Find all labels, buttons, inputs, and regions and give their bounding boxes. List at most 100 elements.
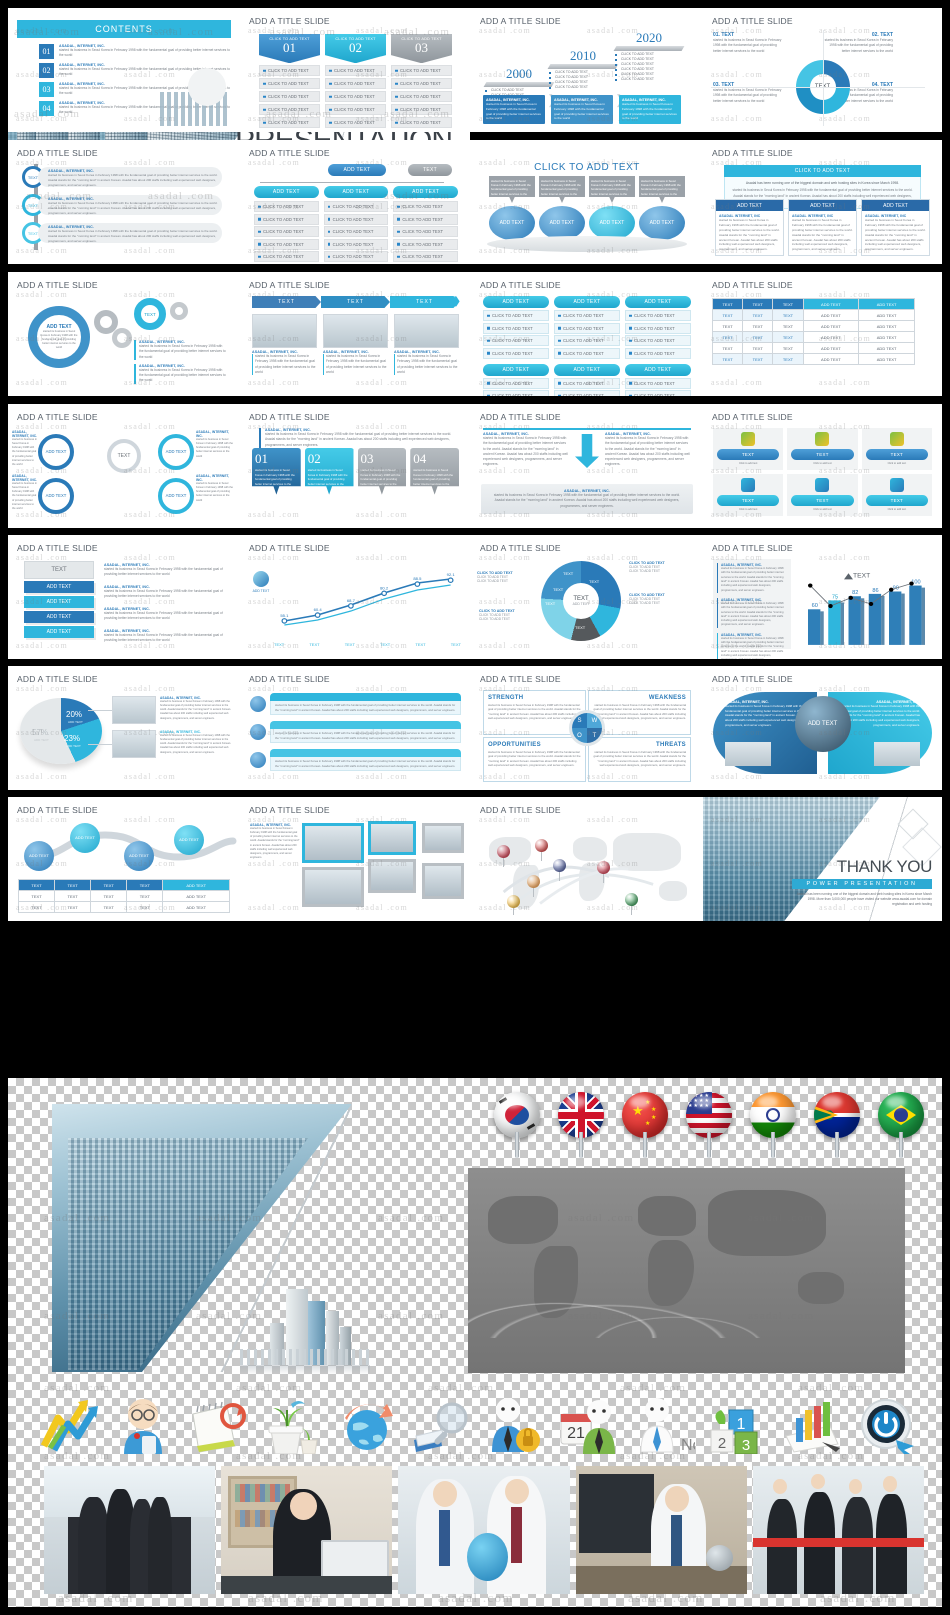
arrow-photo-card[interactable]: ASADAL, INTERNET, INC. started its busin… [323,314,388,376]
blocks-123-icon[interactable]: 1 2 3 [707,1396,769,1455]
banner-row[interactable]: CLICK TO ADD TEXT [391,104,452,116]
map-flag-pin[interactable] [535,839,548,861]
ring-main[interactable]: ADD TEXT started its business in Seoul K… [28,306,90,368]
venn-center[interactable]: TEXT [107,439,141,473]
skyline-cluster-asset[interactable] [240,1283,370,1375]
map-flag-pin[interactable] [625,893,638,915]
notebook-calendar-icon[interactable] [187,1396,249,1454]
list-bar-row[interactable]: started its business in Seoul Korea in F… [250,748,461,772]
slide-thumbnail-stack[interactable]: ADD A TITLE SLIDE TEXT ADD TEXT ADD TEXT ADD… [8,535,240,659]
world-map[interactable] [479,823,695,915]
banner-row[interactable]: CLICK TO ADD TEXT [259,78,320,90]
podium-ball[interactable]: ADD TEXT [539,206,585,240]
arrow-photo-card[interactable]: ASADAL, INTERNET, INC. started its busin… [394,314,459,376]
icon-matrix-col[interactable]: TEXT Click to add text [713,428,784,471]
slide-thumbnail-banner-cols[interactable]: ADD A TITLE SLIDE CLICK TO ADD TEXT Asada… [703,140,942,264]
slide-thumbnail-table1[interactable]: ADD A TITLE SLIDE TEXT TEXT TEXT ADD TEXT ADD… [703,272,942,396]
usa-flag-pin[interactable]: ★★★★ ★★★★ ★★★★ [686,1092,738,1158]
flow-bottom-band[interactable]: ASADAL, INTERNET, INC. started its busin… [481,484,693,514]
slide-thumbnail-flowdown[interactable]: ADD A TITLE SLIDE ASADAL, INTERNET, INC.… [471,404,703,528]
timeline-step[interactable]: 2010 CLICK TO ADD TEXT CLICK TO ADD TEXT… [547,48,619,89]
slide-thumbnail-worldmap[interactable]: ADD A TITLE SLIDE asadal .com asadal .co… [471,797,703,921]
venn-node[interactable]: ADD TEXT [38,434,74,470]
org-side-node[interactable]: TEXT [408,164,452,176]
two-men-globe-photo[interactable] [398,1466,570,1594]
org-branch[interactable]: ADD TEXT CLICK TO ADD TEXT CLICK TO ADD TE… [393,186,459,262]
banner-row[interactable]: CLICK TO ADD TEXT [259,104,320,116]
stack-bar[interactable]: ADD TEXT [24,611,94,623]
slide-thumbnail-arrowphotos[interactable]: ADD A TITLE SLIDE TEXT TEXT TEXT ❯❯ ASADAL, … [240,272,471,396]
plant-pot-icon[interactable] [261,1396,323,1455]
org-branch[interactable]: ADD TEXT CLICK TO ADD TEXT CLICK TO ADD TE… [323,186,389,262]
stack-top[interactable]: TEXT [24,561,94,579]
call-center-woman-photo[interactable] [221,1466,393,1594]
growth-arrows-icon[interactable] [38,1396,100,1454]
bar-chart[interactable]: 60 75 82 86 90 100 TEXT [799,561,934,649]
banner-row[interactable]: CLICK TO ADD TEXT [325,78,386,90]
data-table[interactable]: TEXT TEXT TEXT ADD TEXT ADD TEXT TEXT TEXT TEXT… [711,298,915,365]
arrow-step[interactable]: TEXT [321,296,390,308]
donut-quadrant-label[interactable]: 03. TEXT started its business in Seoul K… [713,82,785,104]
banner-row[interactable]: CLICK TO ADD TEXT [325,104,386,116]
slide-thumbnail-steps4[interactable]: ADD A TITLE SLIDE ASADAL, INTERNET, INC.… [240,404,471,528]
banner-row[interactable]: CLICK TO ADD TEXT [391,65,452,77]
slide-thumbnail-barchart[interactable]: ADD A TITLE SLIDE ASADAL, INTERNET, INC.… [703,535,942,659]
vert-step[interactable]: TEXT ASADAL, INTERNET, INC. started its … [22,194,222,216]
table-row[interactable]: TEXT TEXT TEXT ADD TEXT ADD TEXT [711,331,915,343]
gallery-frame[interactable] [368,859,416,893]
swot-wheel[interactable]: SWOT [569,710,605,746]
stack-bar[interactable]: ADD TEXT [24,581,94,593]
donut-callout[interactable]: CLICK TO ADD TEXT CLICK TO ADD TEXT CLIC… [479,609,541,621]
gallery-frame[interactable] [422,863,464,899]
slide-thumbnail-banner3[interactable]: ADD A TITLE SLIDE CLICK TO ADD TEXT 01 C… [240,8,471,132]
banner-column[interactable]: CLICK TO ADD TEXT 01 CLICK TO ADD TEXT CL… [259,34,320,129]
korea-flag-pin[interactable] [494,1092,546,1158]
vert-step[interactable]: TEXT ASADAL, INTERNET, INC. started its … [22,166,222,188]
podium-ball[interactable]: ADD TEXT [489,206,535,240]
wave-bubble[interactable]: ADD TEXT [24,841,54,871]
slide-thumbnail-venn[interactable]: ADD A TITLE SLIDE TEXT ADD TEXT ASADAL, IN… [8,404,240,528]
person-lock-icon[interactable] [484,1396,546,1454]
world-map-asset[interactable] [468,1168,905,1373]
banner-col[interactable]: ADD TEXT ASADAL INTERNET, INC started it… [715,199,784,256]
slide-thumbnail-iconmatrix[interactable]: ADD A TITLE SLIDE TEXT Click to add text… [703,404,942,528]
stack-bar[interactable]: ADD TEXT [24,596,94,608]
map-flag-pin[interactable] [597,861,610,883]
slide-thumbnail-wave[interactable]: ADD A TITLE SLIDE ADD TEXT ADD TEXT ADD TE… [8,797,240,921]
donut-quadrant-label[interactable]: 02. TEXT started its business in Seoul K… [821,32,893,54]
slide-thumbnail-podium[interactable]: CLICK TO ADD TEXT started its business in… [471,140,703,264]
table-row[interactable]: TEXT TEXT TEXT ADD TEXT ADD TEXT [711,342,915,354]
icon-matrix-col[interactable]: TEXT Click to add text [861,428,932,471]
person-no-icon[interactable]: No! [633,1396,706,1454]
gallery-frame[interactable] [302,867,364,907]
slide-thumbnail-piechart[interactable]: ADD A TITLE SLIDE 20% ADD TEXT 23% ADD T… [8,666,240,790]
wave-bubble[interactable]: ADD TEXT [174,825,204,855]
brazil-flag-pin[interactable] [878,1092,930,1158]
donut-callout[interactable]: CLICK TO ADD TEXT CLICK TO ADD TEXT CLIC… [629,561,691,573]
table-row[interactable]: TEXT TEXT TEXT ADD TEXT ADD TEXT [711,353,915,365]
slide-thumbnail-orgchart[interactable]: ADD A TITLE SLIDE ADD TEXT TEXT ADD TEXT CL… [240,140,471,264]
slide-thumbnail-vert3[interactable]: ADD A TITLE SLIDE TEXT ASADAL, INTERNET,… [8,140,240,264]
gallery-frame[interactable] [302,823,364,863]
contents-item[interactable]: 01 ASADAL, INTERNET, INC. started its bu… [39,44,231,59]
venn-node[interactable]: ADD TEXT [158,478,194,514]
celebrating-team-photo[interactable] [752,1466,925,1594]
stack-bar[interactable]: ADD TEXT [24,626,94,638]
china-flag-pin[interactable]: ★ ★ ★ ★ ★ [622,1092,674,1158]
banner-col[interactable]: ADD TEXT ASADAL INTERNET, INC started it… [861,199,930,256]
gallery-frame[interactable] [368,821,416,855]
banner-row[interactable]: CLICK TO ADD TEXT [259,65,320,77]
slide-thumbnail-donutcall[interactable]: ADD A TITLE SLIDE TEXT ADD TEXT TEXT TEXT T… [471,535,703,659]
org-branch[interactable]: ADD TEXT CLICK TO ADD TEXT CLICK TO ADD TE… [254,186,319,262]
timeline-card[interactable]: ASADAL, INTERNET, INC. started its busin… [483,95,545,124]
timeline-card[interactable]: ASADAL, INTERNET, INC. started its busin… [551,95,613,124]
arrow-photo-card[interactable]: ASADAL, INTERNET, INC. started its busin… [252,314,317,376]
donut-callout[interactable]: CLICK TO ADD TEXT CLICK TO ADD TEXT CLIC… [629,593,691,605]
grid-card[interactable]: ADD TEXT CLICK TO ADD TEXT CLICK TO ADD TE… [483,296,549,359]
slide-thumbnail-gridcards[interactable]: ADD A TITLE SLIDE ADD TEXT CLICK TO ADD T… [471,272,703,396]
grid-card[interactable]: ADD TEXT CLICK TO ADD TEXT CLICK TO ADD TE… [554,363,620,396]
grid-card[interactable]: ADD TEXT CLICK TO ADD TEXT CLICK TO ADD TE… [483,363,549,396]
pie-chart[interactable]: 20% ADD TEXT 23% ADD TEXT 57% ADD TEXT [20,698,102,764]
gallery-frame[interactable] [422,823,464,853]
banner-column[interactable]: CLICK TO ADD TEXT 02 CLICK TO ADD TEXT CL… [325,34,386,129]
